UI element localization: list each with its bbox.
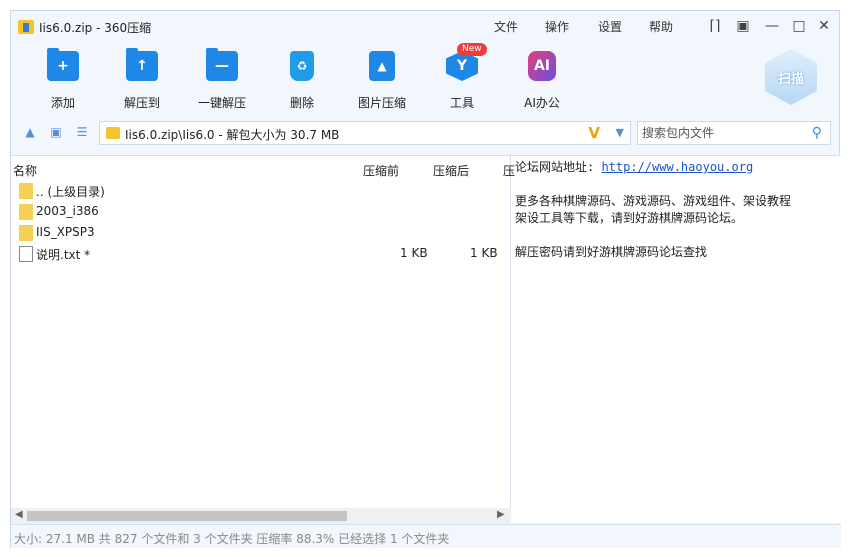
column-after[interactable]: 压缩后 (433, 162, 469, 179)
add-folder-icon: + (47, 48, 79, 81)
folder-icon (19, 183, 33, 199)
item-size-after: 1 KB (470, 246, 498, 260)
status-bar: 大小: 27.1 MB 共 827 个文件和 3 个文件夹 压缩率 88.3% … (11, 524, 841, 548)
up-arrow-icon[interactable]: ▲ (23, 125, 37, 139)
list-item[interactable]: IIS_XPSP3 (11, 223, 511, 244)
item-name: IIS_XPSP3 (36, 225, 95, 239)
extract-to-label: 解压到 (123, 96, 160, 110)
list-item[interactable]: 2003_i386 (11, 202, 511, 223)
chevron-down-icon[interactable]: ▼ (616, 126, 624, 139)
preview-line-1: 论坛网站地址: http://www.haoyou.org (515, 158, 837, 175)
zip-icon (106, 127, 120, 139)
app-window: Iis6.0.zip - 360压缩 文件 操作 设置 帮助 ⌈⌉ ▣ — □ … (10, 10, 841, 548)
image-file-icon: ▲ (369, 51, 395, 81)
message-icon[interactable]: ▣ (735, 18, 751, 34)
item-name: 说明.txt * (36, 248, 91, 262)
list-view-icon[interactable]: ☰ (75, 125, 89, 139)
verified-v-icon[interactable]: V (588, 124, 600, 142)
delete-label: 删除 (289, 96, 314, 110)
scroll-left-icon[interactable]: ◀ (15, 509, 23, 520)
item-name: 2003_i386 (36, 204, 99, 218)
title-bar: Iis6.0.zip - 360压缩 文件 操作 设置 帮助 ⌈⌉ ▣ — □ … (11, 11, 839, 41)
address-row: ▲ ▣ ☰ Iis6.0.zip\Iis6.0 - 解包大小为 30.7 MB … (11, 119, 839, 147)
ai-icon: AI (528, 51, 556, 81)
maximize-icon[interactable]: □ (791, 18, 807, 34)
recycle-bin-icon: ♻ (290, 51, 314, 81)
shirt-skin-icon[interactable]: ⌈⌉ (707, 18, 723, 34)
forum-link[interactable]: http://www.haoyou.org (601, 160, 753, 174)
add-button[interactable]: + 添加 (28, 48, 98, 111)
one-click-extract-label: 一键解压 (197, 96, 246, 110)
forum-address-label: 论坛网站地址: (515, 160, 602, 174)
text-file-icon (19, 246, 33, 262)
search-icon[interactable]: ⚲ (812, 125, 822, 141)
status-text: 大小: 27.1 MB 共 827 个文件和 3 个文件夹 压缩率 88.3% … (14, 532, 450, 546)
address-path: Iis6.0.zip\Iis6.0 - 解包大小为 30.7 MB (125, 128, 340, 142)
ai-office-label: AI办公 (524, 96, 560, 110)
close-icon[interactable]: ✕ (816, 18, 832, 34)
item-size-before: 1 KB (400, 246, 428, 260)
content-area: 名称 压缩前 压缩后 压 .. (上级目录) 2003_i386 IIS_XPS… (11, 155, 841, 524)
file-list: 名称 压缩前 压缩后 压 .. (上级目录) 2003_i386 IIS_XPS… (11, 156, 515, 524)
preview-line-2: 更多各种棋牌源码、游戏源码、游戏组件、架设教程 (515, 194, 792, 208)
thumbnail-view-icon[interactable]: ▣ (49, 125, 63, 139)
zip-archive-icon (18, 20, 34, 34)
preview-line-3: 架设工具等下载，请到好游棋牌源码论坛。 (515, 211, 744, 225)
search-input[interactable] (638, 122, 802, 144)
preview-line-4: 解压密码请到好游棋牌源码论坛查找 (515, 245, 708, 259)
preview-pane: 论坛网站地址: http://www.haoyou.org 更多各种棋牌源码、游… (513, 156, 839, 524)
menu-file[interactable]: 文件 (494, 18, 518, 35)
search-box[interactable]: ⚲ (637, 121, 831, 145)
list-item[interactable]: .. (上级目录) (11, 181, 511, 202)
horizontal-scrollbar[interactable]: ◀ ▶ (11, 508, 511, 524)
folder-icon (19, 225, 33, 241)
tools-button[interactable]: Y New 工具 (427, 43, 497, 111)
folder-icon (19, 204, 33, 220)
menu-settings[interactable]: 设置 (598, 18, 622, 35)
one-click-extract-icon: — (206, 48, 238, 81)
add-label: 添加 (50, 96, 75, 110)
address-bar[interactable]: Iis6.0.zip\Iis6.0 - 解包大小为 30.7 MB V ▼ (99, 121, 631, 145)
menu-operate[interactable]: 操作 (545, 18, 569, 35)
image-compress-label: 图片压缩 (357, 96, 406, 110)
new-badge: New (457, 43, 487, 56)
scroll-right-icon[interactable]: ▶ (497, 509, 505, 520)
column-name[interactable]: 名称 (13, 162, 37, 179)
delete-button[interactable]: ♻ 删除 (267, 51, 337, 111)
menu-help[interactable]: 帮助 (649, 18, 673, 35)
window-title: Iis6.0.zip - 360压缩 (39, 21, 152, 35)
extract-folder-icon: ↑ (126, 48, 158, 81)
tools-label: 工具 (449, 96, 474, 110)
toolbar: + 添加 ↑ 解压到 — 一键解压 ♻ 删除 ▲ 图片压缩 Y New 工具 A… (11, 43, 839, 117)
list-item[interactable]: 说明.txt * 1 KB 1 KB (11, 244, 511, 265)
ai-office-button[interactable]: AI AI办公 (507, 51, 577, 111)
one-click-extract-button[interactable]: — 一键解压 (187, 48, 257, 111)
column-before[interactable]: 压缩前 (363, 162, 399, 179)
image-compress-button[interactable]: ▲ 图片压缩 (347, 51, 417, 111)
minimize-icon[interactable]: — (764, 18, 780, 34)
item-name: .. (上级目录) (36, 185, 105, 199)
scrollbar-thumb[interactable] (27, 511, 347, 521)
extract-to-button[interactable]: ↑ 解压到 (107, 48, 177, 111)
